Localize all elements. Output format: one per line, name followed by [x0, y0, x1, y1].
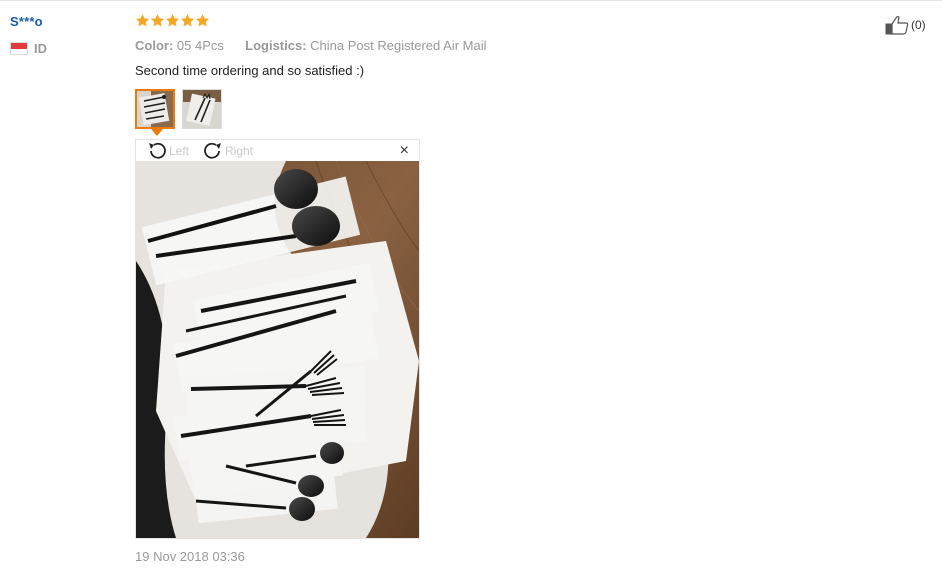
review-text: Second time ordering and so satisfied :) — [135, 63, 365, 78]
rotate-right-icon — [204, 142, 221, 159]
rotate-left-button[interactable]: Left — [146, 142, 189, 160]
star-icon — [135, 14, 150, 27]
helpful-button[interactable]: (0) — [885, 15, 926, 35]
rotate-left-label: Left — [169, 144, 190, 158]
star-icon — [150, 14, 165, 27]
photo-viewer-toolbar: Left Right × — [136, 140, 419, 161]
close-icon[interactable]: × — [400, 143, 409, 159]
review-timestamp: 19 Nov 2018 03:36 — [135, 549, 245, 564]
logistics-value: China Post Registered Air Mail — [310, 38, 487, 53]
star-icon — [180, 14, 195, 27]
cutlery-photo — [136, 161, 419, 538]
color-value: 05 4Pcs — [176, 38, 224, 53]
divider — [0, 0, 942, 1]
country-code: ID — [34, 41, 47, 56]
color-label: Color: — [135, 38, 174, 53]
reviewer-country: ID — [10, 41, 47, 56]
photo-viewer: Left Right × — [135, 139, 420, 539]
photo-thumbnail-image — [137, 91, 173, 127]
helpful-count: (0) — [911, 18, 926, 32]
thumbs-up-icon — [885, 16, 909, 35]
rotate-left-icon — [149, 142, 166, 159]
rotate-right-button[interactable]: Right — [202, 142, 253, 160]
photo-thumbnail-image — [183, 90, 221, 128]
star-icon — [165, 14, 180, 27]
logistics-label: Logistics: — [245, 38, 307, 53]
review-photo-thumbnail-2[interactable] — [182, 89, 222, 129]
rotate-right-label: Right — [225, 144, 254, 158]
star-icon — [195, 14, 210, 27]
review-item: S***o ID Color: 05 4Pcs Logistics: China… — [0, 0, 942, 578]
review-photo-large — [136, 161, 419, 538]
rating-stars — [135, 13, 210, 28]
review-photo-thumbnail-1[interactable] — [135, 89, 175, 129]
reviewer-name: S***o — [10, 14, 43, 29]
order-details: Color: 05 4Pcs Logistics: China Post Reg… — [135, 38, 486, 53]
selected-thumbnail-indicator — [151, 129, 163, 136]
flag-icon — [10, 42, 28, 55]
